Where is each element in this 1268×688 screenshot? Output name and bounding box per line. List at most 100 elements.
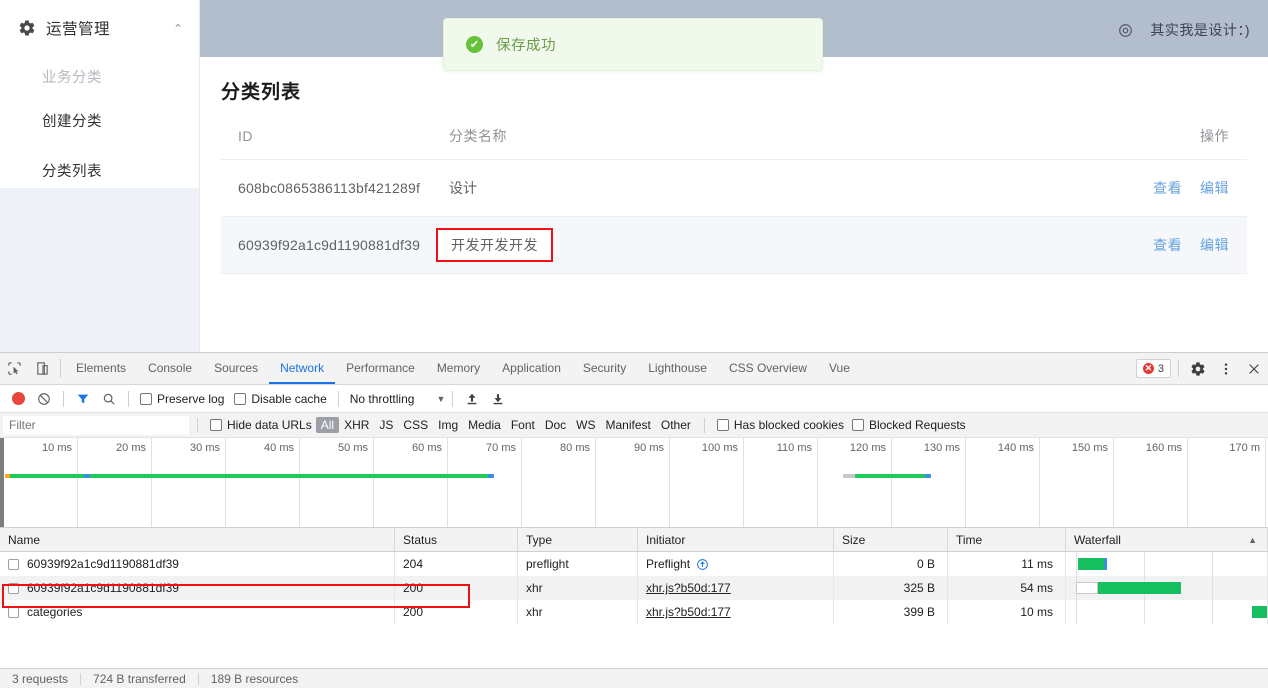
tab-lighthouse[interactable]: Lighthouse [637, 353, 718, 384]
cell-name: categories [0, 600, 395, 624]
tab-network[interactable]: Network [269, 353, 336, 384]
blocked-requests-checkbox[interactable]: Blocked Requests [848, 418, 970, 432]
import-har-icon[interactable] [460, 387, 484, 411]
table-row[interactable]: 60939f92a1c9d1190881df39 开发开发开发 查看 编辑 [221, 216, 1247, 274]
timeline-tick: 120 ms [818, 438, 892, 527]
tab-security[interactable]: Security [572, 353, 637, 384]
record-button[interactable] [6, 387, 30, 411]
row-checkbox-icon[interactable] [8, 582, 19, 594]
sidebar-item-business-category[interactable]: 业务分类 [0, 56, 199, 96]
column-header-status[interactable]: Status [395, 528, 518, 551]
view-link[interactable]: 查看 [1153, 237, 1182, 253]
tab-elements[interactable]: Elements [65, 353, 137, 384]
sidebar-group-operations[interactable]: 运营管理 ⌄ [0, 0, 199, 56]
table-row[interactable]: 608bc0865386113bf421289f 设计 查看 编辑 [221, 159, 1247, 217]
filter-type-img[interactable]: Img [433, 417, 463, 433]
column-header-waterfall[interactable]: Waterfall ▲ [1066, 528, 1268, 551]
disable-cache-checkbox[interactable]: Disable cache [230, 392, 330, 406]
search-icon[interactable] [97, 387, 121, 411]
sidebar-item-create-category[interactable]: 创建分类 [0, 100, 199, 140]
preserve-log-checkbox[interactable]: Preserve log [136, 392, 228, 406]
hide-data-urls-checkbox[interactable]: Hide data URLs [206, 418, 316, 432]
filter-type-css[interactable]: CSS [398, 417, 433, 433]
column-header-size[interactable]: Size [834, 528, 948, 551]
resources-size: 189 B resources [210, 671, 299, 686]
sidebar-item-category-list[interactable]: 分类列表 [0, 150, 199, 190]
checkbox-icon [234, 392, 247, 405]
initiator-link[interactable]: xhr.js?b50d:177 [646, 581, 731, 595]
more-options-icon[interactable] [1212, 353, 1240, 384]
edit-link[interactable]: 编辑 [1200, 180, 1229, 196]
category-table: ID 分类名称 操作 608bc0865386113bf421289f 设计 查… [221, 126, 1247, 274]
column-header-actions: 操作 [1127, 126, 1247, 160]
row-checkbox-icon[interactable] [8, 558, 19, 570]
success-toast: ✔ 保存成功 [443, 18, 823, 71]
network-overview-timeline[interactable]: 10 ms 20 ms 30 ms 40 ms 50 ms 60 ms 70 m… [0, 438, 1268, 528]
filter-type-ws[interactable]: WS [571, 417, 600, 433]
preflight-info-icon[interactable] [696, 558, 709, 571]
gear-icon[interactable] [1117, 22, 1134, 39]
table-row[interactable]: 60939f92a1c9d1190881df39 200 xhr xhr.js?… [0, 576, 1268, 600]
filter-type-manifest[interactable]: Manifest [601, 417, 656, 433]
error-count-badge[interactable]: ✕ 3 [1135, 359, 1171, 378]
timeline-tick: 160 ms [1114, 438, 1188, 527]
toolbar-divider [128, 390, 129, 407]
blocked-requests-label: Blocked Requests [868, 418, 966, 432]
filter-type-all[interactable]: All [315, 417, 340, 433]
tab-memory[interactable]: Memory [426, 353, 491, 384]
network-status-bar: 3 requests 724 B transferred 189 B resou… [0, 668, 1268, 688]
timeline-tick: 150 ms [1040, 438, 1114, 527]
throttling-select[interactable]: No throttling ▼ [346, 392, 446, 406]
edit-link[interactable]: 编辑 [1200, 237, 1229, 253]
close-devtools-icon[interactable] [1240, 353, 1268, 384]
network-grid-header: Name Status Type Initiator Size Time Wat… [0, 528, 1268, 552]
column-header-name[interactable]: Name [0, 528, 395, 551]
table-row[interactable]: categories 200 xhr xhr.js?b50d:177 399 B… [0, 600, 1268, 624]
cell-id: 608bc0865386113bf421289f [221, 159, 449, 217]
tab-vue[interactable]: Vue [818, 353, 861, 384]
tab-application[interactable]: Application [491, 353, 572, 384]
tab-performance[interactable]: Performance [335, 353, 426, 384]
filter-type-xhr[interactable]: XHR [339, 417, 374, 433]
filter-toggle-icon[interactable] [71, 387, 95, 411]
filter-type-doc[interactable]: Doc [540, 417, 571, 433]
tab-console[interactable]: Console [137, 353, 203, 384]
transferred-size: 724 B transferred [93, 671, 186, 686]
has-blocked-cookies-label: Has blocked cookies [733, 418, 844, 432]
row-checkbox-icon[interactable] [8, 606, 19, 618]
screen: 运营管理 ⌄ 业务分类 创建分类 分类列表 ✔ 保存成功 其实我是设计：) 分类… [0, 0, 1268, 688]
tab-css-overview[interactable]: CSS Overview [718, 353, 818, 384]
tab-sources[interactable]: Sources [203, 353, 269, 384]
throttling-value: No throttling [349, 391, 415, 406]
filter-type-media[interactable]: Media [463, 417, 506, 433]
chevron-up-icon[interactable]: ⌄ [173, 21, 183, 35]
filter-type-js[interactable]: JS [374, 417, 398, 433]
cell-size: 399 B [834, 600, 948, 624]
settings-gear-icon[interactable] [1184, 353, 1212, 384]
cell-id: 60939f92a1c9d1190881df39 [221, 216, 449, 274]
device-toolbar-icon[interactable] [28, 353, 56, 384]
user-label[interactable]: 其实我是设计：) [1150, 20, 1250, 40]
filter-divider [703, 417, 705, 433]
waterfall-bar [1098, 582, 1181, 594]
filter-type-font[interactable]: Font [506, 417, 540, 433]
tabbar-spacer [861, 353, 1134, 384]
filter-input[interactable] [3, 415, 189, 435]
column-header-time[interactable]: Time [948, 528, 1066, 551]
cell-waterfall [1066, 600, 1268, 624]
initiator-label: Preflight [646, 557, 691, 571]
column-header-initiator[interactable]: Initiator [638, 528, 834, 551]
inspect-element-icon[interactable] [0, 353, 28, 384]
clear-button[interactable] [32, 387, 56, 411]
view-link[interactable]: 查看 [1153, 180, 1182, 196]
initiator-link[interactable]: xhr.js?b50d:177 [646, 605, 731, 619]
column-header-type[interactable]: Type [518, 528, 638, 551]
export-har-icon[interactable] [486, 387, 510, 411]
check-circle-icon: ✔ [466, 36, 483, 53]
toolbar-divider [337, 390, 339, 407]
checkbox-icon [851, 419, 864, 431]
table-row[interactable]: 60939f92a1c9d1190881df39 204 preflight P… [0, 552, 1268, 576]
has-blocked-cookies-checkbox[interactable]: Has blocked cookies [713, 418, 848, 432]
filter-type-other[interactable]: Other [656, 417, 696, 433]
cell-actions: 查看 编辑 [1127, 159, 1247, 217]
